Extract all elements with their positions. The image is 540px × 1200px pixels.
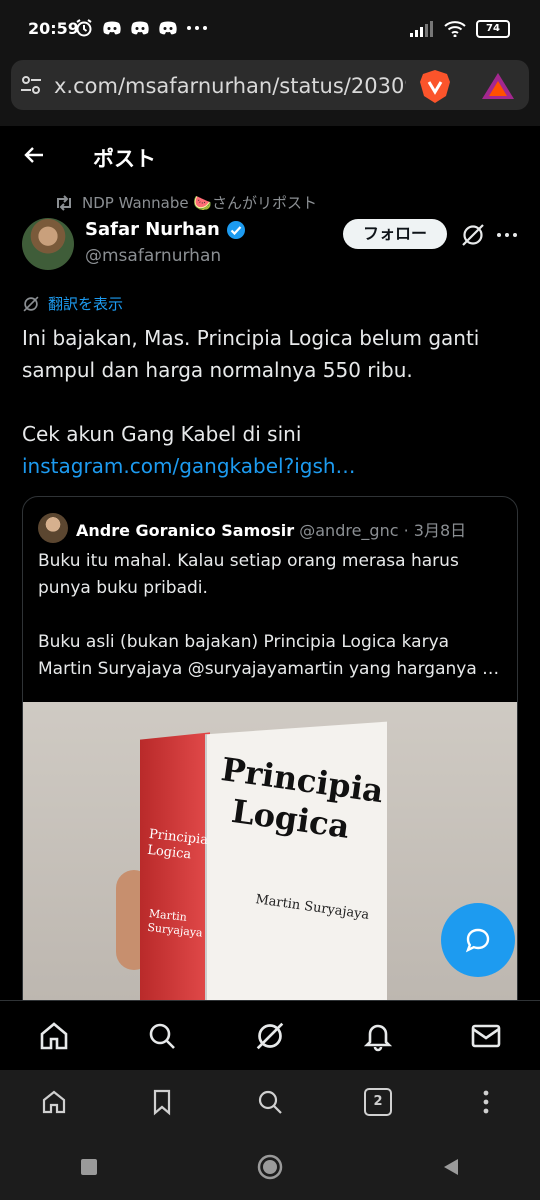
wifi-icon <box>444 21 466 37</box>
author-handle[interactable]: @msafarnurhan <box>85 246 221 266</box>
bookmark-icon[interactable] <box>148 1088 176 1116</box>
brave-shields-icon[interactable] <box>418 68 452 104</box>
repost-icon <box>57 194 71 211</box>
grok-icon[interactable] <box>254 1020 286 1052</box>
book-spine-title: Principia Logica <box>146 826 209 863</box>
discord-icon <box>159 21 177 35</box>
translate-button[interactable]: 翻訳を表示 <box>22 293 123 314</box>
alarm-icon <box>76 19 92 37</box>
discord-icon <box>131 21 149 35</box>
post-link[interactable]: instagram.com/gangkabel?igsh… <box>22 450 522 482</box>
home-circle-icon[interactable] <box>256 1153 284 1181</box>
home-icon[interactable] <box>38 1020 70 1052</box>
follow-button[interactable]: フォロー <box>343 219 447 249</box>
post-text-paragraph: Cek akun Gang Kabel di sini <box>22 422 302 446</box>
more-notifications-icon <box>187 26 207 30</box>
quote-date: · 3月8日 <box>403 521 467 540</box>
book-spine <box>140 732 210 1010</box>
quote-text-paragraph: Buku itu mahal. Kalau setiap orang meras… <box>38 551 459 598</box>
back-triangle-icon[interactable] <box>441 1157 461 1177</box>
search-icon[interactable] <box>146 1020 178 1052</box>
post-body: Ini bajakan, Mas. Principia Logica belum… <box>22 322 522 482</box>
grok-translate-icon <box>23 295 39 312</box>
page-title: ポスト <box>93 147 156 171</box>
repost-indicator[interactable]: NDP Wannabe 🍉さんがリポスト <box>54 192 317 213</box>
author-name[interactable]: Safar Nurhan <box>85 219 220 240</box>
browser-menu-icon[interactable] <box>472 1088 500 1116</box>
browser-search-icon[interactable] <box>256 1088 284 1116</box>
browser-bottom-nav: 2 <box>0 1070 540 1134</box>
notifications-bell-icon[interactable] <box>362 1020 394 1052</box>
system-nav-bar <box>0 1134 540 1200</box>
app-bottom-nav <box>0 1000 540 1071</box>
quote-author-name: Andre Goranico Samosir <box>76 521 295 540</box>
author-avatar[interactable] <box>22 218 74 270</box>
post-text-paragraph: Ini bajakan, Mas. Principia Logica belum… <box>22 326 480 382</box>
quote-body: Buku itu mahal. Kalau setiap orang meras… <box>38 548 508 683</box>
discord-icon <box>103 21 121 35</box>
status-time: 20:59 <box>28 19 79 38</box>
battery-indicator: 74 <box>476 20 510 38</box>
url-text[interactable]: x.com/msafarnurhan/status/20309 <box>54 74 406 98</box>
grok-icon[interactable] <box>460 222 486 248</box>
status-system-icons: 74 <box>410 20 510 38</box>
compose-reply-button[interactable] <box>441 903 515 977</box>
author-name-row[interactable]: Safar Nurhan <box>85 219 246 240</box>
quote-author-avatar[interactable] <box>38 513 68 543</box>
verified-badge-icon <box>226 220 245 239</box>
back-arrow-icon[interactable] <box>22 143 46 167</box>
quote-author-row[interactable]: Andre Goranico Samosir @andre_gnc · 3月8日 <box>76 517 466 541</box>
chat-bubble-icon <box>465 928 490 953</box>
repost-label: NDP Wannabe 🍉さんがリポスト <box>82 194 318 212</box>
recents-square-icon[interactable] <box>79 1157 99 1177</box>
quote-text-paragraph: Buku asli (bukan bajakan) Principia Logi… <box>38 632 500 679</box>
quote-author-handle: @andre_gnc <box>299 521 399 540</box>
status-notification-icons <box>74 18 208 38</box>
tab-switcher-button[interactable]: 2 <box>364 1088 392 1116</box>
browser-home-icon[interactable] <box>40 1088 68 1116</box>
more-options-icon[interactable] <box>496 222 518 248</box>
translate-label: 翻訳を表示 <box>48 295 124 313</box>
signal-icon <box>410 21 433 37</box>
brave-rewards-icon[interactable] <box>481 72 515 100</box>
messages-envelope-icon[interactable] <box>470 1020 502 1052</box>
site-settings-icon[interactable] <box>20 74 42 96</box>
